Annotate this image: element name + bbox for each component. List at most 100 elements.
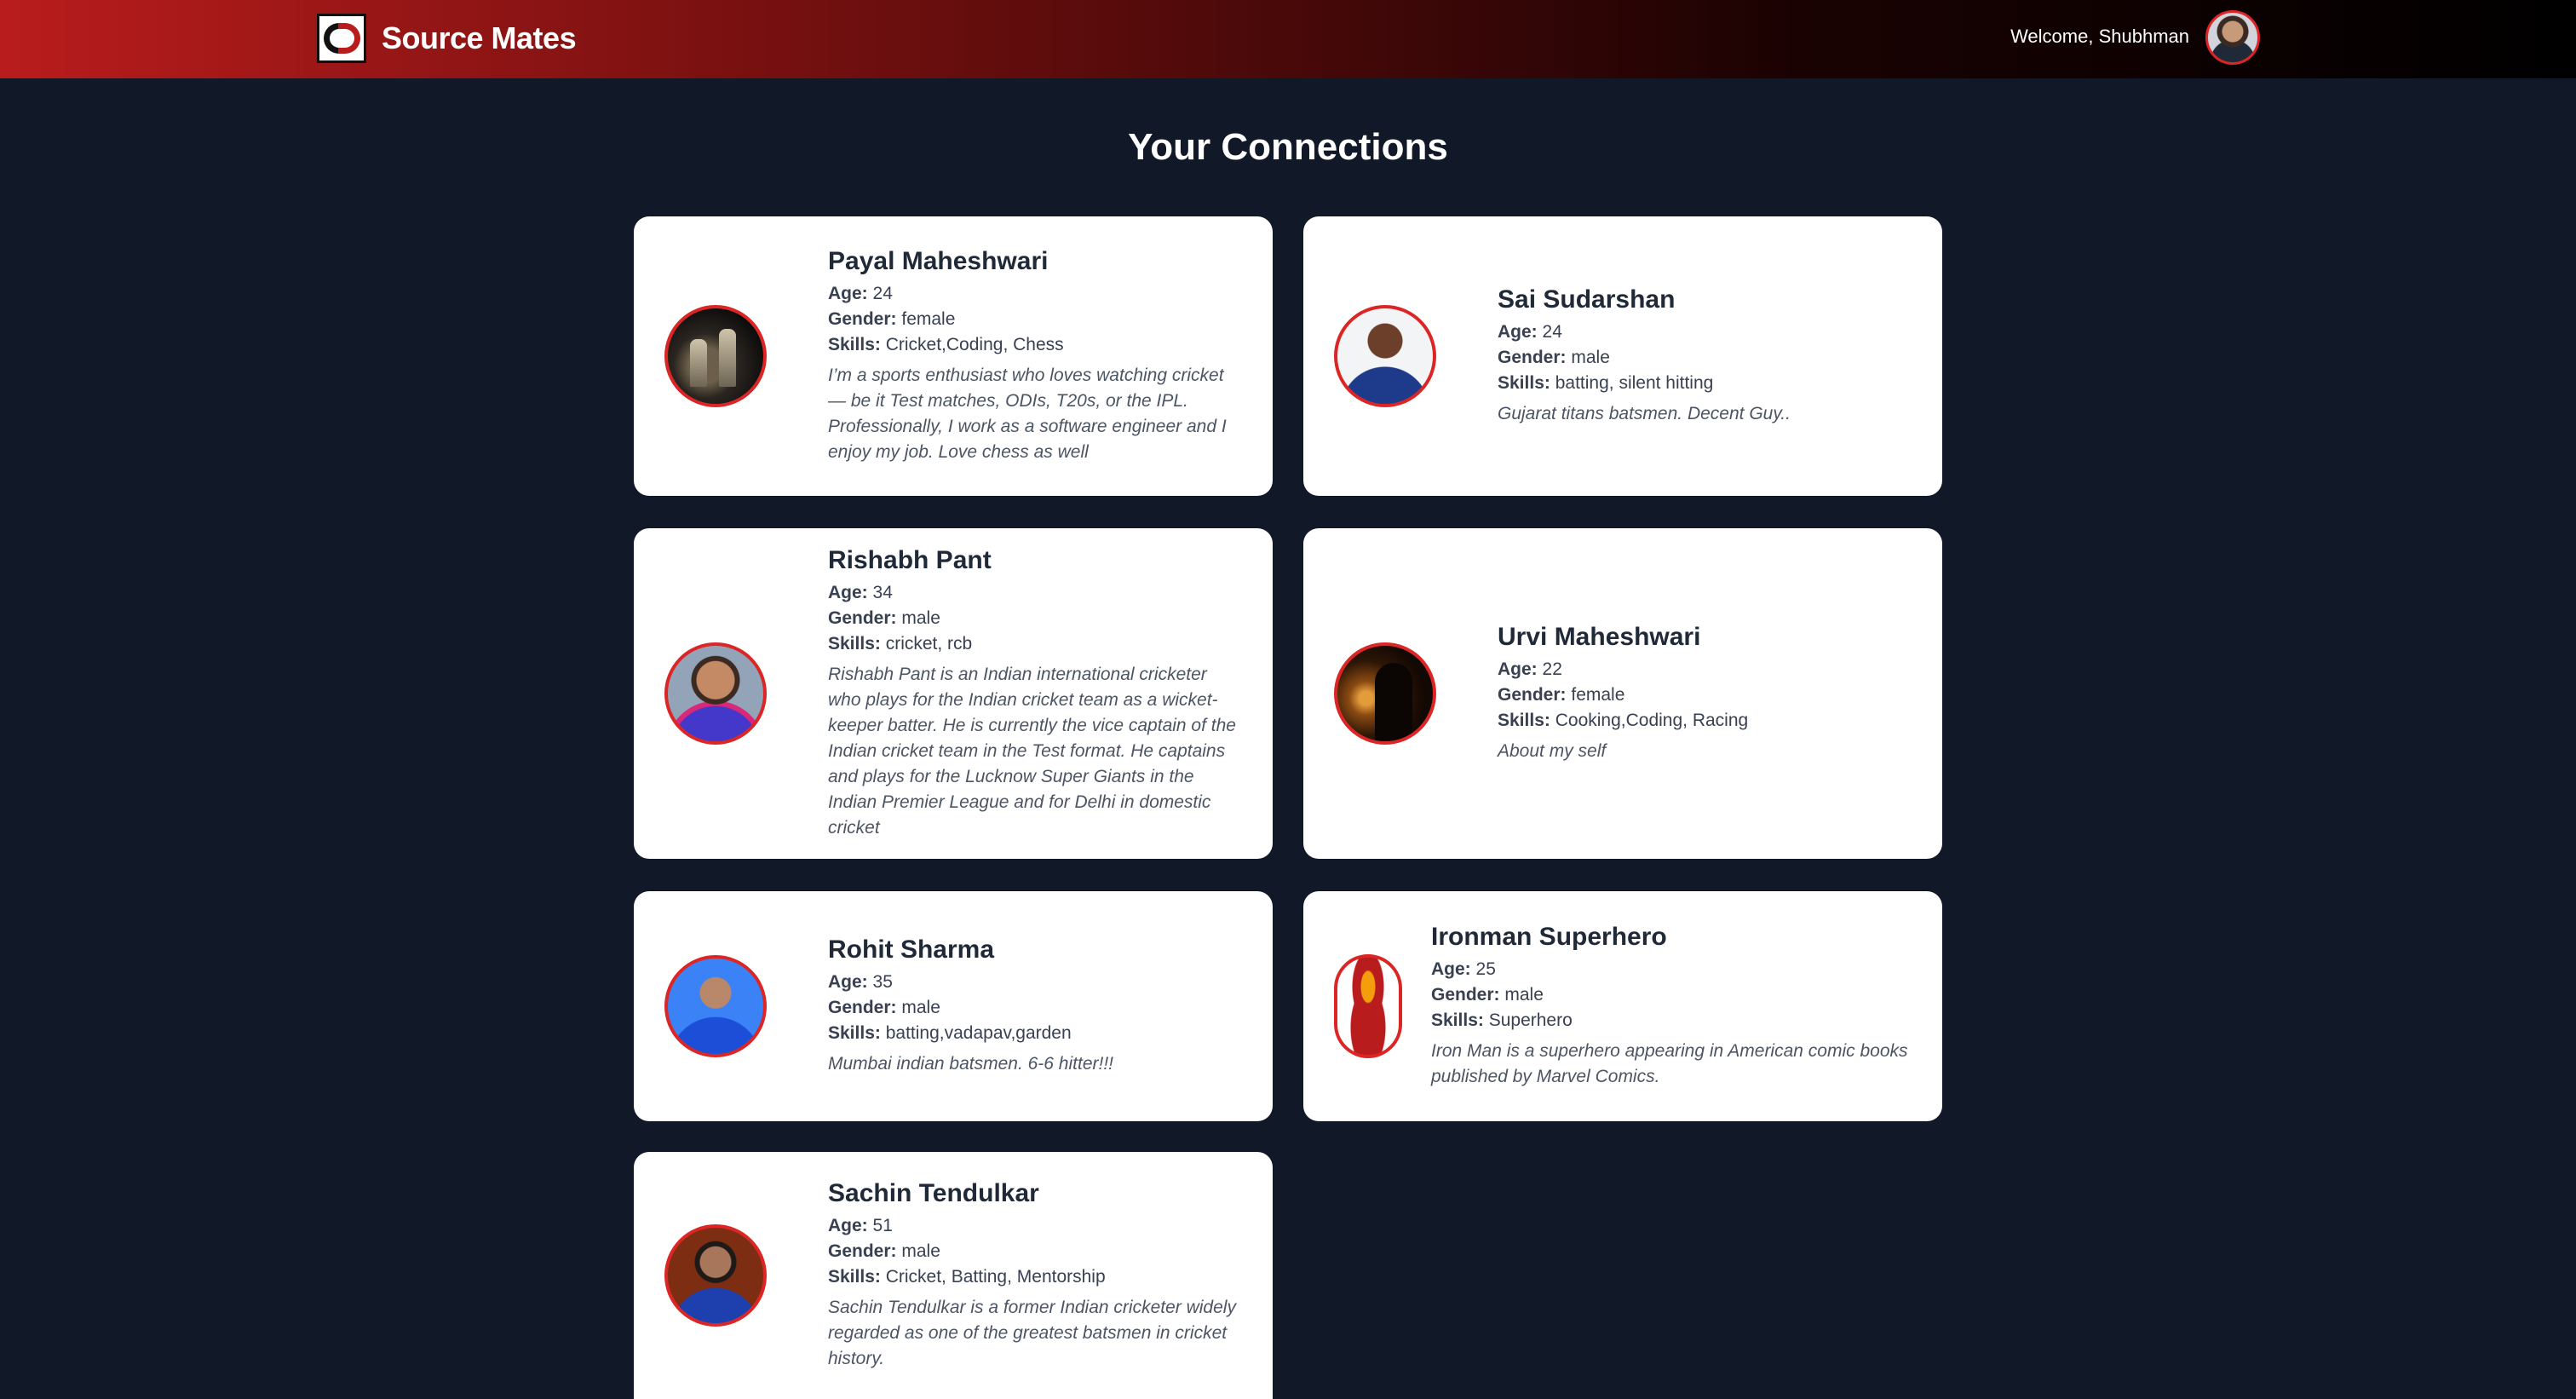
skills-row: Skills: batting, silent hitting <box>1498 371 1912 396</box>
age-row: Age: 24 <box>1498 320 1912 345</box>
avatar <box>664 642 767 745</box>
age-row: Age: 22 <box>1498 657 1912 682</box>
avatar <box>664 1224 767 1327</box>
avatar <box>1334 642 1436 745</box>
connection-info: Ironman Superhero Age: 25 Gender: male S… <box>1431 923 1912 1090</box>
gender-row: Gender: male <box>828 1239 1242 1264</box>
age-value: 51 <box>872 1216 893 1235</box>
gender-value: female <box>1571 685 1625 705</box>
avatar <box>664 305 767 407</box>
age-value: 22 <box>1542 659 1562 679</box>
skills-row: Skills: Superhero <box>1431 1008 1912 1033</box>
skills-label: Skills: <box>1431 1010 1484 1030</box>
source-mates-logo-icon <box>317 14 366 63</box>
skills-value: Cricket, Batting, Mentorship <box>885 1267 1106 1287</box>
age-value: 25 <box>1475 959 1496 979</box>
skills-label: Skills: <box>828 1023 881 1043</box>
connection-bio: About my self <box>1498 741 1607 761</box>
gender-value: male <box>1504 985 1544 1005</box>
skills-value: Cooking,Coding, Racing <box>1555 711 1749 730</box>
gender-label: Gender: <box>828 608 897 628</box>
skills-label: Skills: <box>1498 373 1550 393</box>
gender-row: Gender: female <box>1498 682 1912 708</box>
gender-label: Gender: <box>828 309 897 329</box>
age-value: 35 <box>872 972 893 992</box>
connection-info: Rohit Sharma Age: 35 Gender: male Skills… <box>828 936 1242 1077</box>
connection-card: Urvi Maheshwari Age: 22 Gender: female S… <box>1303 528 1942 859</box>
gender-label: Gender: <box>1498 685 1567 705</box>
age-row: Age: 35 <box>828 970 1242 995</box>
age-label: Age: <box>1498 322 1538 342</box>
skills-value: Superhero <box>1488 1010 1573 1030</box>
welcome-text: Welcome, Shubhman <box>2010 26 2189 47</box>
connection-card: Payal Maheshwari Age: 24 Gender: female … <box>634 216 1273 496</box>
age-value: 24 <box>1542 322 1562 342</box>
age-label: Age: <box>828 583 868 602</box>
navbar: Source Mates Welcome, Shubhman <box>0 0 2576 78</box>
skills-row: Skills: Cooking,Coding, Racing <box>1498 708 1912 734</box>
gender-row: Gender: female <box>828 307 1242 332</box>
gender-row: Gender: male <box>1498 345 1912 371</box>
skills-value: cricket, rcb <box>885 634 973 653</box>
connection-card: Rishabh Pant Age: 34 Gender: male Skills… <box>634 528 1273 859</box>
user-avatar[interactable] <box>2205 10 2260 65</box>
age-label: Age: <box>828 284 868 303</box>
age-value: 24 <box>872 284 893 303</box>
connection-bio: Iron Man is a superhero appearing in Ame… <box>1431 1041 1908 1086</box>
connection-card: Sachin Tendulkar Age: 51 Gender: male Sk… <box>634 1152 1273 1399</box>
connection-card: Sai Sudarshan Age: 24 Gender: male Skill… <box>1303 216 1942 496</box>
gender-label: Gender: <box>828 998 897 1017</box>
connection-name: Payal Maheshwari <box>828 247 1049 275</box>
connection-bio: Sachin Tendulkar is a former Indian cric… <box>828 1298 1236 1368</box>
avatar <box>1334 305 1436 407</box>
connection-bio: Gujarat titans batsmen. Decent Guy.. <box>1498 404 1791 423</box>
skills-value: batting, silent hitting <box>1555 373 1714 393</box>
age-row: Age: 25 <box>1431 957 1912 982</box>
connection-card: Rohit Sharma Age: 35 Gender: male Skills… <box>634 891 1273 1121</box>
gender-row: Gender: male <box>1431 982 1912 1008</box>
gender-value: male <box>901 998 940 1017</box>
gender-value: male <box>1571 348 1610 367</box>
age-row: Age: 51 <box>828 1213 1242 1239</box>
skills-value: batting,vadapav,garden <box>885 1023 1072 1043</box>
avatar <box>664 955 767 1057</box>
gender-label: Gender: <box>828 1241 897 1261</box>
connection-bio: Rishabh Pant is an Indian international … <box>828 665 1236 838</box>
age-label: Age: <box>1498 659 1538 679</box>
gender-row: Gender: male <box>828 995 1242 1021</box>
connection-info: Rishabh Pant Age: 34 Gender: male Skills… <box>828 546 1242 841</box>
connection-name: Sachin Tendulkar <box>828 1179 1039 1207</box>
connection-bio: Mumbai indian batsmen. 6-6 hitter!!! <box>828 1054 1113 1074</box>
connection-info: Urvi Maheshwari Age: 22 Gender: female S… <box>1498 623 1912 764</box>
skills-row: Skills: Cricket, Batting, Mentorship <box>828 1264 1242 1290</box>
age-row: Age: 34 <box>828 580 1242 606</box>
skills-label: Skills: <box>828 1267 881 1287</box>
age-label: Age: <box>828 1216 868 1235</box>
gender-value: male <box>901 608 940 628</box>
skills-value: Cricket,Coding, Chess <box>885 335 1064 354</box>
skills-label: Skills: <box>828 335 881 354</box>
connection-card: Ironman Superhero Age: 25 Gender: male S… <box>1303 891 1942 1121</box>
skills-row: Skills: batting,vadapav,garden <box>828 1021 1242 1046</box>
skills-label: Skills: <box>828 634 881 653</box>
connection-bio: I’m a sports enthusiast who loves watchi… <box>828 366 1227 462</box>
avatar <box>1334 954 1402 1058</box>
skills-row: Skills: cricket, rcb <box>828 631 1242 657</box>
skills-label: Skills: <box>1498 711 1550 730</box>
connection-info: Sai Sudarshan Age: 24 Gender: male Skill… <box>1498 285 1912 427</box>
gender-row: Gender: male <box>828 606 1242 631</box>
connection-info: Payal Maheshwari Age: 24 Gender: female … <box>828 247 1242 465</box>
connection-name: Rishabh Pant <box>828 546 992 574</box>
page-title: Your Connections <box>1128 126 1448 168</box>
brand-name: Source Mates <box>382 20 577 55</box>
age-row: Age: 24 <box>828 281 1242 307</box>
gender-label: Gender: <box>1431 985 1500 1005</box>
age-value: 34 <box>872 583 893 602</box>
connection-name: Rohit Sharma <box>828 936 995 964</box>
brand-link[interactable]: Source Mates <box>317 12 577 65</box>
connection-name: Sai Sudarshan <box>1498 285 1676 314</box>
age-label: Age: <box>828 972 868 992</box>
connection-name: Ironman Superhero <box>1431 923 1667 951</box>
gender-value: female <box>901 309 956 329</box>
connection-name: Urvi Maheshwari <box>1498 623 1701 651</box>
